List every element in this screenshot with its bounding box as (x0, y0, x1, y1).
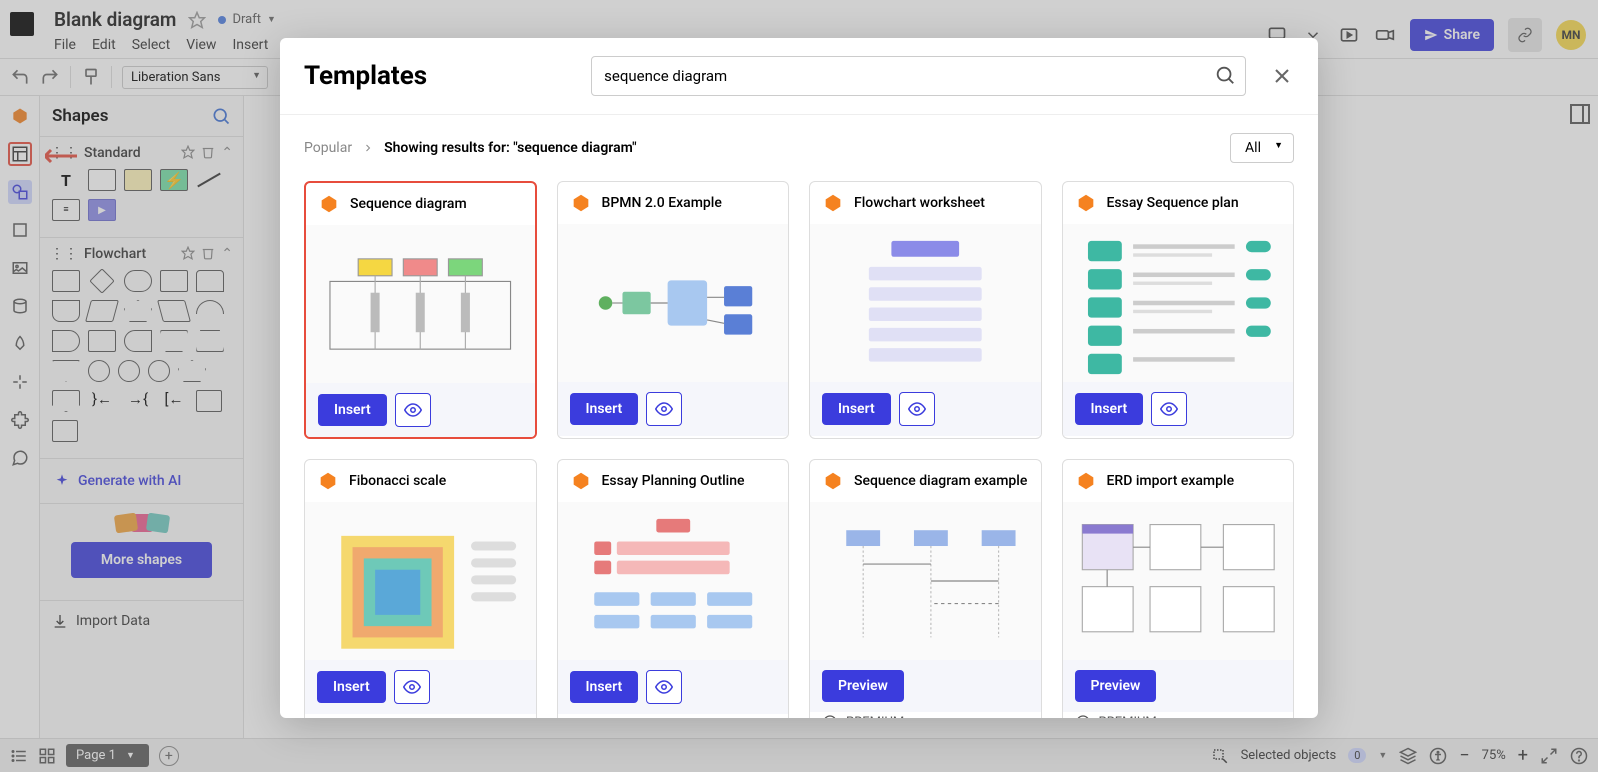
premium-label: PREMIUM (1099, 715, 1157, 719)
preview-eye-button[interactable] (646, 392, 682, 426)
preview-button[interactable]: Preview (1075, 670, 1157, 702)
template-card-bpmn: BPMN 2.0 Example Insert (557, 181, 790, 439)
template-card-erd-import: ERD import example Preview PREMIUM (1062, 459, 1295, 718)
template-title: Essay Planning Outline (602, 473, 745, 489)
template-card-essay-planning: Essay Planning Outline Insert (557, 459, 790, 718)
template-icon (317, 470, 339, 492)
breadcrumb: Popular Showing results for: "sequence d… (304, 133, 1294, 163)
template-title: ERD import example (1107, 473, 1235, 489)
insert-button[interactable]: Insert (317, 671, 386, 703)
template-icon (318, 193, 340, 215)
template-card-essay-sequence: Essay Sequence plan Insert (1062, 181, 1295, 439)
template-search-input[interactable] (591, 56, 1246, 96)
template-title: Sequence diagram example (854, 473, 1027, 489)
close-icon[interactable] (1270, 64, 1294, 88)
template-title: Essay Sequence plan (1107, 195, 1239, 211)
insert-button[interactable]: Insert (318, 394, 387, 426)
template-icon (1075, 192, 1097, 214)
template-title: Sequence diagram (350, 196, 467, 212)
insert-button[interactable]: Insert (1075, 393, 1144, 425)
premium-icon (1075, 714, 1091, 718)
search-icon[interactable] (1214, 64, 1236, 86)
preview-eye-button[interactable] (1151, 392, 1187, 426)
template-card-sequence-diagram: Sequence diagram Insert (304, 181, 537, 439)
filter-select[interactable]: All (1230, 133, 1294, 163)
template-title: Flowchart worksheet (854, 195, 985, 211)
template-icon (1075, 470, 1097, 492)
template-icon (570, 470, 592, 492)
template-icon (570, 192, 592, 214)
insert-button[interactable]: Insert (570, 393, 639, 425)
premium-label: PREMIUM (846, 715, 904, 719)
template-title: Fibonacci scale (349, 473, 446, 489)
preview-button[interactable]: Preview (822, 670, 904, 702)
preview-eye-button[interactable] (395, 393, 431, 427)
breadcrumb-results: Showing results for: "sequence diagram" (384, 140, 637, 156)
chevron-right-icon (362, 142, 374, 154)
insert-button[interactable]: Insert (570, 671, 639, 703)
template-card-flowchart-worksheet: Flowchart worksheet Insert (809, 181, 1042, 439)
template-title: BPMN 2.0 Example (602, 195, 722, 211)
template-card-fibonacci: Fibonacci scale Insert (304, 459, 537, 718)
preview-eye-button[interactable] (646, 670, 682, 704)
template-icon (822, 470, 844, 492)
preview-eye-button[interactable] (899, 392, 935, 426)
template-card-sequence-example: Sequence diagram example Preview PREMIUM (809, 459, 1042, 718)
template-icon (822, 192, 844, 214)
templates-modal: Templates Popular Showing results for: "… (280, 38, 1318, 718)
modal-title: Templates (304, 61, 427, 91)
preview-eye-button[interactable] (394, 670, 430, 704)
breadcrumb-popular[interactable]: Popular (304, 140, 352, 156)
insert-button[interactable]: Insert (822, 393, 891, 425)
premium-icon (822, 714, 838, 718)
